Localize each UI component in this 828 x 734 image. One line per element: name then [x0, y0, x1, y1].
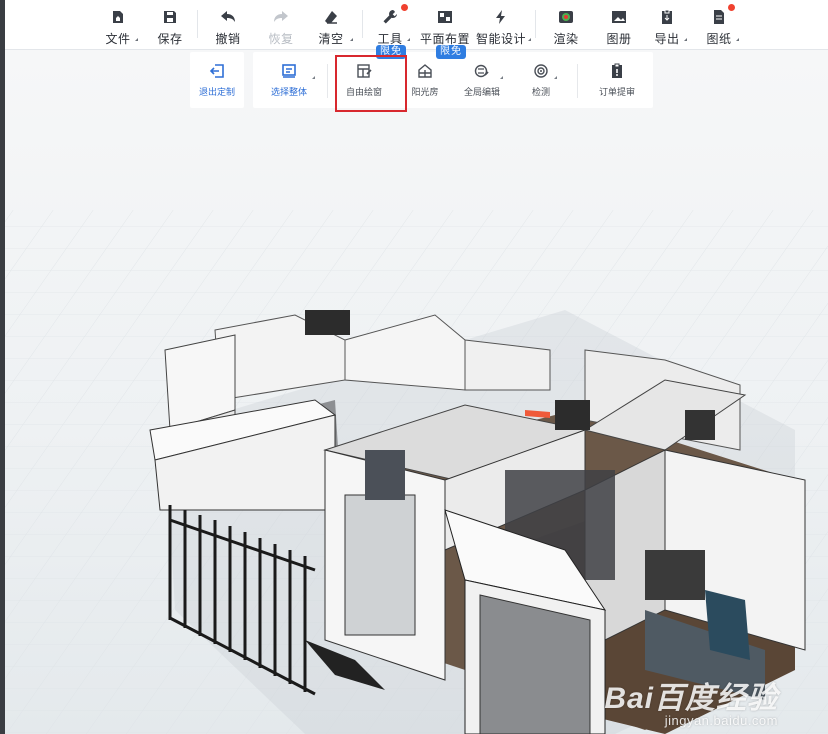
exit-custom-panel: 退出定制 — [190, 52, 244, 108]
export-clipboard-icon — [658, 8, 676, 26]
file-menu-button[interactable]: 文件 — [100, 0, 138, 50]
file-home-icon — [109, 8, 127, 26]
select-whole-label: 选择整体 — [270, 87, 307, 97]
notification-dot — [401, 4, 408, 11]
smart-design-button[interactable]: 智能设计 — [473, 0, 531, 50]
eraser-icon — [322, 8, 340, 26]
redo-button[interactable]: 恢复 — [263, 0, 299, 50]
inspect-target-icon — [532, 62, 550, 80]
redo-label: 恢复 — [268, 32, 294, 46]
album-label: 图册 — [606, 32, 632, 46]
render-button[interactable]: 渲染 — [548, 0, 584, 50]
clear-button[interactable]: 清空 — [311, 0, 353, 50]
export-menu-button[interactable]: 导出 — [649, 0, 687, 50]
exit-custom-label: 退出定制 — [198, 87, 235, 97]
panel-divider — [327, 64, 328, 98]
image-album-icon — [610, 8, 628, 26]
tools-menu-button[interactable]: 工具 — [372, 0, 410, 50]
order-review-button[interactable]: 订单提审 — [589, 52, 645, 108]
order-clipboard-icon — [608, 62, 626, 80]
select-whole-button[interactable]: 选择整体 — [261, 52, 317, 108]
render-camera-icon — [557, 8, 575, 26]
global-edit-icon — [473, 62, 491, 80]
dropdown-corner-icon — [135, 38, 138, 41]
save-icon — [161, 8, 179, 26]
notification-dot — [728, 4, 735, 11]
floor-plan-icon — [436, 8, 454, 26]
select-whole-icon — [280, 62, 298, 80]
main-toolbar: 文件 保存 撤销 恢复 清空 工具 平面布置 智能设计 渲染 图册 导出 图纸 — [5, 0, 828, 50]
clear-label: 清空 — [318, 32, 344, 46]
sunroom-house-icon — [416, 62, 434, 80]
sunroom-button[interactable]: 阳光房 — [401, 52, 449, 108]
house-3d-model[interactable] — [5, 50, 828, 734]
inspect-button[interactable]: 检测 — [523, 52, 559, 108]
free-badge-sunroom: 限免 — [436, 45, 466, 59]
toolbar-divider — [535, 10, 536, 38]
dropdown-corner-icon — [684, 38, 687, 41]
export-label: 导出 — [654, 32, 680, 46]
dropdown-corner-icon — [407, 38, 410, 41]
redo-icon — [272, 8, 290, 26]
order-review-label: 订单提审 — [598, 87, 635, 97]
dropdown-corner-icon — [312, 76, 315, 79]
undo-icon — [219, 8, 237, 26]
smart-design-label: 智能设计 — [475, 32, 526, 46]
drawings-label: 图纸 — [706, 32, 732, 46]
lightning-icon — [492, 8, 510, 26]
drawings-icon — [710, 8, 728, 26]
panel-divider — [577, 64, 578, 98]
baidu-watermark: Bai百度经验 jingyan.baidu.com — [604, 673, 778, 728]
highlight-annotation-box — [335, 55, 407, 112]
album-button[interactable]: 图册 — [601, 0, 637, 50]
custom-tools-panel: 选择整体 自由绘窗 阳光房 全局编辑 检测 订单提审 — [253, 52, 653, 108]
inspect-label: 检测 — [531, 87, 550, 97]
dropdown-corner-icon — [554, 76, 557, 79]
watermark-logo: Bai百度经验 — [604, 682, 778, 715]
dropdown-corner-icon — [500, 76, 503, 79]
save-label: 保存 — [157, 32, 183, 46]
drawings-menu-button[interactable]: 图纸 — [701, 0, 739, 50]
wrench-icon — [381, 8, 399, 26]
exit-icon — [208, 62, 226, 80]
global-edit-label: 全局编辑 — [463, 87, 500, 97]
undo-button[interactable]: 撤销 — [210, 0, 246, 50]
dropdown-corner-icon — [350, 38, 353, 41]
sunroom-label: 阳光房 — [411, 87, 439, 97]
3d-viewport[interactable]: Bai百度经验 jingyan.baidu.com — [5, 50, 828, 734]
dropdown-corner-icon — [528, 38, 531, 41]
toolbar-divider — [362, 10, 363, 38]
save-button[interactable]: 保存 — [152, 0, 188, 50]
toolbar-divider — [197, 10, 198, 38]
undo-label: 撤销 — [215, 32, 241, 46]
file-label: 文件 — [105, 32, 131, 46]
dropdown-corner-icon — [736, 38, 739, 41]
floor-plan-button[interactable]: 平面布置 — [417, 0, 473, 50]
render-label: 渲染 — [553, 32, 579, 46]
exit-custom-button[interactable]: 退出定制 — [190, 52, 244, 108]
global-edit-button[interactable]: 全局编辑 — [459, 52, 505, 108]
